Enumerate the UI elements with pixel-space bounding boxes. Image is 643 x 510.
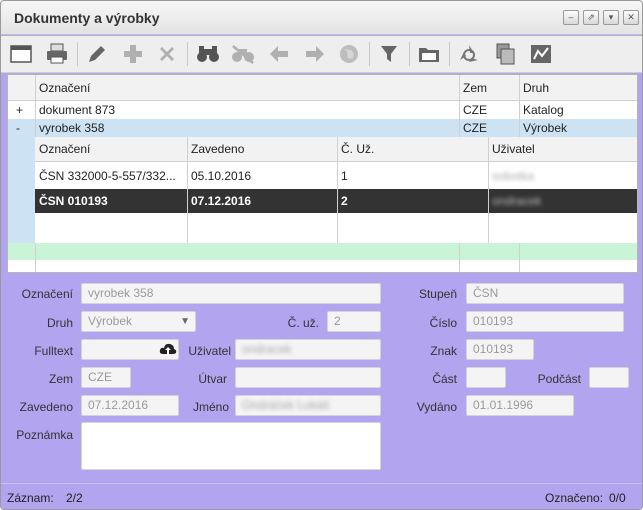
subcolumn-header-cuz[interactable]: Č. Už. — [337, 137, 488, 162]
status-bar: Záznam: 2/2 Označeno: 0/0 — [1, 483, 642, 509]
column-header-druh[interactable]: Druh — [519, 75, 637, 101]
collapse-toggle[interactable]: - — [8, 119, 35, 137]
record-count: 2/2 — [66, 491, 83, 505]
label-zavedeno: Zavedeno — [19, 400, 73, 414]
label-cuz: Č. už. — [287, 316, 319, 330]
cislo-field[interactable]: 010193 — [466, 311, 624, 332]
selected-count: 0/0 — [609, 491, 626, 505]
label-poznamka: Poznámka — [16, 428, 73, 442]
window-title: Dokumenty a výrobky — [14, 10, 160, 26]
recycle-icon[interactable] — [455, 41, 483, 67]
subcolumn-header-oznaceni[interactable]: Označení — [35, 137, 187, 162]
close-icon[interactable]: ✕ — [623, 10, 639, 25]
label-utvar: Útvar — [198, 372, 227, 386]
oznaceni-field[interactable]: vyrobek 358 — [81, 283, 381, 304]
new-row-placeholder[interactable] — [8, 243, 637, 260]
documents-window: Dokumenty a výrobky – ⇗ ▾ ✕ Označení Zem… — [0, 0, 643, 510]
label-stupen: Stupeň — [418, 287, 457, 301]
search-icon[interactable] — [194, 41, 222, 67]
table-row-zem[interactable]: CZE — [459, 119, 519, 137]
poznamka-textarea[interactable] — [81, 422, 381, 470]
copy-icon[interactable] — [491, 41, 519, 67]
minimize-icon[interactable]: – — [563, 10, 579, 25]
subtable-row-cuz[interactable]: 2 — [337, 189, 488, 213]
label-znak: Znak — [430, 344, 457, 358]
delete-icon[interactable] — [153, 41, 181, 67]
web-icon[interactable] — [335, 41, 363, 67]
forward-icon[interactable] — [301, 41, 329, 67]
podcast-field[interactable] — [589, 367, 629, 388]
stupen-field[interactable]: ČSN — [466, 283, 624, 304]
table-row-zem[interactable]: CZE — [459, 101, 519, 119]
toolbar — [1, 36, 642, 73]
label-jmeno: Jméno — [192, 400, 229, 414]
label-zem: Zem — [49, 372, 73, 386]
title-bar[interactable]: Dokumenty a výrobky – ⇗ ▾ ✕ — [1, 1, 642, 35]
documents-grid: Označení Zem Druh + dokument 873 CZE Kat… — [7, 74, 638, 273]
column-header-oznaceni[interactable]: Označení — [35, 75, 459, 101]
expand-toggle[interactable]: + — [8, 101, 35, 119]
table-row-druh[interactable]: Výrobek — [519, 119, 637, 137]
label-cast: Část — [432, 372, 457, 386]
label-podcast: Podčást — [537, 372, 581, 386]
label-vydano: Vydáno — [416, 400, 457, 414]
label-cislo: Číslo — [429, 316, 457, 330]
label-uzivatel: Uživatel — [188, 344, 231, 358]
folder-icon[interactable] — [415, 41, 443, 67]
cloud-upload-icon[interactable] — [159, 341, 177, 358]
filter-icon[interactable] — [375, 41, 403, 67]
znak-field[interactable]: 010193 — [466, 339, 534, 360]
back-icon[interactable] — [265, 41, 293, 67]
subtable-row-uzivatel[interactable]: sobotka — [492, 169, 534, 183]
cuz-field[interactable]: 2 — [327, 311, 381, 332]
table-row-oznaceni[interactable]: vyrobek 358 — [35, 119, 459, 137]
label-oznaceni: Označení — [21, 287, 73, 301]
unfilter-icon[interactable] — [229, 41, 257, 67]
selected-label: Označeno: — [545, 491, 604, 505]
vydano-field[interactable]: 01.01.1996 — [466, 395, 574, 416]
subtable-row-oznaceni[interactable]: ČSN 010193 — [35, 189, 187, 213]
new-icon[interactable] — [7, 41, 35, 67]
print-icon[interactable] — [43, 41, 71, 67]
zem-field[interactable]: CZE — [81, 367, 131, 388]
jmeno-field[interactable]: Ondráček Lukáš — [242, 398, 329, 412]
edit-icon[interactable] — [83, 41, 111, 67]
subtable-row-zavedeno[interactable]: 05.10.2016 — [187, 164, 337, 188]
zavedeno-field[interactable]: 07.12.2016 — [81, 395, 179, 416]
subgrid: Označení Zavedeno Č. Už. Uživatel ČSN 33… — [35, 137, 637, 243]
subcolumn-header-zavedeno[interactable]: Zavedeno — [187, 137, 337, 162]
cast-field[interactable] — [466, 367, 506, 388]
popout-icon[interactable]: ⇗ — [583, 10, 599, 25]
table-row-oznaceni[interactable]: dokument 873 — [35, 101, 459, 119]
utvar-field[interactable] — [235, 367, 381, 388]
chevron-down-icon[interactable]: ▾ — [603, 10, 619, 25]
column-header-zem[interactable]: Zem — [459, 75, 519, 101]
subcolumn-header-uzivatel[interactable]: Uživatel — [488, 137, 637, 162]
subtable-row-cuz[interactable]: 1 — [337, 164, 488, 188]
chevron-down-icon: ▼ — [180, 316, 190, 327]
add-icon[interactable] — [119, 41, 147, 67]
subtable-row-oznaceni[interactable]: ČSN 332000-5-557/332... — [35, 164, 187, 188]
uzivatel-field[interactable]: ondracek — [242, 342, 291, 356]
subtable-row-uzivatel[interactable]: ondracek — [492, 194, 541, 208]
subtable-row-zavedeno[interactable]: 07.12.2016 — [187, 189, 337, 213]
chart-icon[interactable] — [527, 41, 555, 67]
record-label: Záznam: — [7, 491, 54, 505]
table-row-druh[interactable]: Katalog — [519, 101, 637, 119]
druh-select[interactable]: Výrobek ▼ — [81, 311, 196, 332]
label-fulltext: Fulltext — [34, 344, 73, 358]
label-druh: Druh — [46, 316, 73, 330]
